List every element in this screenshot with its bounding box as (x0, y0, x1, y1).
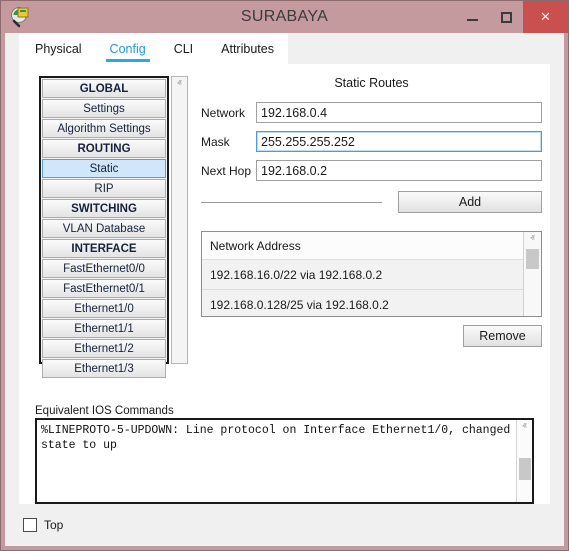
minimize-button[interactable] (455, 1, 489, 33)
ios-commands-scrollbar[interactable]: ⱏ ⱟ (516, 420, 532, 502)
sidebar-item-switching: SWITCHING (42, 199, 166, 218)
remove-button[interactable]: Remove (463, 325, 542, 347)
bottom-bar: Top (5, 504, 564, 546)
sidebar-item-rip[interactable]: RIP (42, 179, 166, 198)
routes-list-header: Network Address (202, 232, 523, 260)
list-item[interactable]: 192.168.16.0/22 via 192.168.0.2 (202, 260, 523, 290)
tab-physical[interactable]: Physical (19, 33, 96, 64)
scrollbar-thumb[interactable] (526, 249, 539, 269)
routes-list-inner: Network Address 192.168.16.0/22 via 192.… (202, 232, 523, 316)
tab-attributes[interactable]: Attributes (207, 33, 288, 64)
config-panel: GLOBAL Settings Algorithm Settings ROUTI… (19, 64, 550, 401)
ios-commands-section: Equivalent IOS Commands %LINEPROTO-5-UPD… (19, 401, 550, 504)
remove-action-row: Remove (201, 325, 542, 347)
sidebar-scrollbar[interactable]: ⱏ ⱟ (171, 76, 188, 364)
sidebar-list: GLOBAL Settings Algorithm Settings ROUTI… (39, 76, 169, 364)
sidebar-item-vlan-database[interactable]: VLAN Database (42, 219, 166, 238)
mask-field-row: Mask (201, 131, 542, 152)
sidebar-item-static[interactable]: Static (42, 159, 166, 178)
sidebar-item-routing: ROUTING (42, 139, 166, 158)
maximize-button[interactable] (489, 1, 523, 33)
close-button[interactable]: × (523, 1, 568, 33)
tab-strip: Physical Config CLI Attributes (5, 33, 564, 64)
routes-list-scrollbar[interactable]: ⱏ ⱟ (523, 232, 541, 316)
sidebar-item-algorithm-settings[interactable]: Algorithm Settings (42, 119, 166, 138)
next-hop-label: Next Hop (201, 164, 256, 178)
top-checkbox[interactable] (23, 518, 37, 532)
scrollbar-track[interactable] (519, 436, 531, 486)
minimize-icon (467, 19, 478, 21)
scroll-up-icon[interactable]: ⱏ (522, 420, 526, 436)
sidebar-item-global: GLOBAL (42, 79, 166, 98)
ios-commands-text[interactable]: %LINEPROTO-5-UPDOWN: Line protocol on In… (37, 420, 516, 502)
sidebar-item-ethernet1-3[interactable]: Ethernet1/3 (42, 359, 166, 378)
static-routes-section: Static Routes Network Mask Next Hop Add (201, 76, 542, 347)
ios-commands-label: Equivalent IOS Commands (19, 405, 550, 417)
add-button[interactable]: Add (398, 191, 542, 213)
routes-list: Network Address 192.168.16.0/22 via 192.… (201, 231, 542, 317)
sidebar-item-fastethernet0-1[interactable]: FastEthernet0/1 (42, 279, 166, 298)
ios-commands-box: %LINEPROTO-5-UPDOWN: Line protocol on In… (35, 418, 534, 504)
next-hop-field-row: Next Hop (201, 160, 542, 181)
top-checkbox-label: Top (44, 518, 63, 532)
tab-config[interactable]: Config (96, 33, 160, 64)
sidebar-item-interface: INTERFACE (42, 239, 166, 258)
network-input[interactable] (256, 102, 542, 123)
network-label: Network (201, 106, 256, 120)
sidebar-item-ethernet1-0[interactable]: Ethernet1/0 (42, 299, 166, 318)
sidebar-item-fastethernet0-0[interactable]: FastEthernet0/0 (42, 259, 166, 278)
form-divider (201, 202, 382, 203)
mask-label: Mask (201, 135, 256, 149)
client-area: Physical Config CLI Attributes GLOBAL Se… (5, 33, 564, 546)
window-controls: × (455, 1, 568, 33)
tab-strip-filler (288, 33, 564, 64)
config-sidebar: GLOBAL Settings Algorithm Settings ROUTI… (39, 76, 188, 364)
next-hop-input[interactable] (256, 160, 542, 181)
close-icon: × (541, 7, 551, 27)
packet-tracer-magnifier-icon (10, 6, 32, 28)
scrollbar-track[interactable] (526, 246, 539, 302)
add-action-row: Add (201, 191, 542, 213)
mask-input[interactable] (256, 131, 542, 152)
router-config-window: SURABAYA × Physical Config CLI Attribute… (0, 0, 569, 551)
static-routes-heading: Static Routes (201, 76, 542, 90)
scroll-up-icon[interactable]: ⱏ (530, 232, 534, 246)
tab-cli[interactable]: CLI (160, 33, 207, 64)
title-bar: SURABAYA × (1, 1, 568, 33)
sidebar-item-ethernet1-2[interactable]: Ethernet1/2 (42, 339, 166, 358)
sidebar-item-settings[interactable]: Settings (42, 99, 166, 118)
maximize-icon (501, 12, 512, 23)
list-item[interactable]: 192.168.0.128/25 via 192.168.0.2 (202, 290, 523, 317)
sidebar-item-ethernet1-1[interactable]: Ethernet1/1 (42, 319, 166, 338)
scroll-up-icon[interactable]: ⱏ (177, 77, 181, 89)
network-field-row: Network (201, 102, 542, 123)
scrollbar-thumb[interactable] (519, 458, 531, 480)
